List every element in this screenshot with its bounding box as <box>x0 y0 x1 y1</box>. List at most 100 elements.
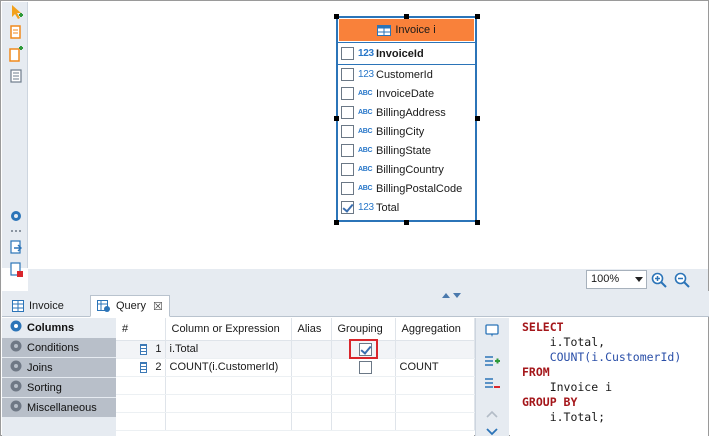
table-row[interactable] <box>116 376 475 395</box>
gear-icon <box>9 379 23 396</box>
column-checkbox[interactable] <box>341 182 354 195</box>
column-checkbox[interactable] <box>341 106 354 119</box>
grid-header-row: # Column or Expression Alias Grouping Ag… <box>116 318 475 341</box>
column-name: InvoiceDate <box>376 87 435 100</box>
zoom-select[interactable]: 100% <box>586 270 647 289</box>
entity-row[interactable]: ABC InvoiceDate <box>338 84 475 103</box>
text-type-icon: ABC <box>358 166 373 173</box>
table-icon <box>12 300 24 312</box>
document-list-icon[interactable] <box>8 68 24 84</box>
alias-cell[interactable] <box>291 358 332 377</box>
highlight-box <box>349 339 378 359</box>
expression-cell[interactable]: i.Total <box>165 340 292 359</box>
resize-handle[interactable] <box>334 220 339 225</box>
entity-row-primary-key[interactable]: 123 InvoiceId <box>338 43 475 65</box>
query-sections-nav: Columns Conditions Joins Sorting Miscell… <box>2 318 116 436</box>
resize-handle[interactable] <box>404 220 409 225</box>
nav-item-label: Columns <box>27 321 75 334</box>
table-row[interactable] <box>116 412 475 431</box>
zoom-out-icon[interactable] <box>674 272 690 288</box>
entity-row[interactable]: ABC BillingCountry <box>338 160 475 179</box>
toolbar-separator <box>11 230 21 233</box>
table-entity-invoice[interactable]: Invoice i 123 InvoiceId 123 CustomerId ABC… <box>336 16 477 222</box>
column-checkbox[interactable] <box>341 87 354 100</box>
entity-header[interactable]: Invoice i <box>338 18 475 42</box>
tab-query[interactable]: Query ☒ <box>90 295 170 317</box>
entity-row[interactable]: ABC BillingPostalCode <box>338 179 475 198</box>
resize-handle[interactable] <box>475 116 480 121</box>
aggregation-cell[interactable]: COUNT <box>395 358 475 377</box>
resize-handle[interactable] <box>475 220 480 225</box>
column-checkbox[interactable] <box>341 47 354 60</box>
table-row[interactable]: 1 i.Total <box>116 340 475 359</box>
aggregation-cell[interactable] <box>395 340 475 359</box>
tab-invoice[interactable]: Invoice <box>6 295 70 317</box>
column-header[interactable]: Grouping <box>331 318 396 341</box>
remove-row-icon[interactable] <box>484 375 500 391</box>
entity-row[interactable]: ABC BillingCity <box>338 122 475 141</box>
column-checkbox[interactable] <box>341 68 354 81</box>
nav-item-miscellaneous[interactable]: Miscellaneous <box>2 398 116 418</box>
query-builder-window: Invoice i 123 InvoiceId 123 CustomerId ABC… <box>0 0 709 436</box>
expression-cell[interactable]: COUNT(i.CustomerId) <box>165 358 292 377</box>
zoom-in-icon[interactable] <box>651 272 667 288</box>
column-name: Total <box>376 201 400 214</box>
move-up-icon[interactable] <box>484 406 500 422</box>
gear-icon <box>9 399 23 416</box>
entity-row[interactable]: 123 Total <box>338 198 475 217</box>
chevron-down-icon[interactable] <box>453 293 461 298</box>
sql-keyword-groupby: GROUP BY <box>522 395 578 409</box>
settings-gear-icon[interactable] <box>8 208 24 224</box>
column-checkbox[interactable] <box>341 201 354 214</box>
tab-label: Query <box>116 300 146 312</box>
gear-icon <box>9 359 23 376</box>
entity-row[interactable]: 123 CustomerId <box>338 65 475 84</box>
resize-handle[interactable] <box>404 14 409 19</box>
add-query-icon[interactable] <box>8 46 24 62</box>
sql-keyword-from: FROM <box>522 365 550 379</box>
column-header[interactable]: Alias <box>291 318 332 341</box>
column-checkbox[interactable] <box>341 163 354 176</box>
column-header[interactable]: # <box>116 318 166 341</box>
row-number: 1 <box>155 343 162 355</box>
grouping-checkbox[interactable] <box>358 360 372 374</box>
add-table-icon[interactable] <box>8 24 24 40</box>
nav-item-conditions[interactable]: Conditions <box>2 338 116 358</box>
select-cursor-icon[interactable] <box>8 4 24 20</box>
text-type-icon: ABC <box>358 185 373 192</box>
panel-toggle[interactable] <box>442 293 461 298</box>
nav-item-columns[interactable]: Columns <box>2 318 116 338</box>
close-icon[interactable]: ☒ <box>153 300 163 313</box>
table-row[interactable] <box>116 394 475 413</box>
error-document-icon[interactable] <box>8 262 24 278</box>
comment-icon[interactable] <box>484 323 500 339</box>
alias-cell[interactable] <box>291 340 332 359</box>
sql-preview[interactable]: SELECT i.Total, COUNT(i.CustomerId) FROM … <box>510 318 708 436</box>
column-name: BillingState <box>376 144 432 157</box>
add-row-icon[interactable] <box>484 353 500 369</box>
column-checkbox[interactable] <box>341 144 354 157</box>
entity-row[interactable]: ABC BillingAddress <box>338 103 475 122</box>
text-type-icon: ABC <box>358 128 373 135</box>
table-row[interactable]: 2 COUNT(i.CustomerId) COUNT <box>116 358 475 377</box>
nav-item-sorting[interactable]: Sorting <box>2 378 116 398</box>
zoom-bar: 100% <box>28 269 708 291</box>
resize-handle[interactable] <box>475 14 480 19</box>
resize-handle[interactable] <box>334 14 339 19</box>
nav-item-joins[interactable]: Joins <box>2 358 116 378</box>
row-handle-icon[interactable] <box>140 361 148 373</box>
grouping-cell[interactable] <box>331 358 396 377</box>
resize-handle[interactable] <box>334 116 339 121</box>
row-handle-icon[interactable] <box>140 343 148 355</box>
column-checkbox[interactable] <box>341 125 354 138</box>
column-header[interactable]: Aggregation <box>395 318 475 341</box>
table-icon <box>377 24 392 36</box>
move-down-icon[interactable] <box>484 424 500 436</box>
entity-row[interactable]: ABC BillingState <box>338 141 475 160</box>
query-icon <box>97 299 110 312</box>
zoom-value: 100% <box>591 273 620 285</box>
column-header[interactable]: Column or Expression <box>165 318 292 341</box>
chevron-up-icon[interactable] <box>442 293 450 298</box>
number-type-icon: 123 <box>358 48 374 59</box>
export-icon[interactable] <box>8 239 24 255</box>
